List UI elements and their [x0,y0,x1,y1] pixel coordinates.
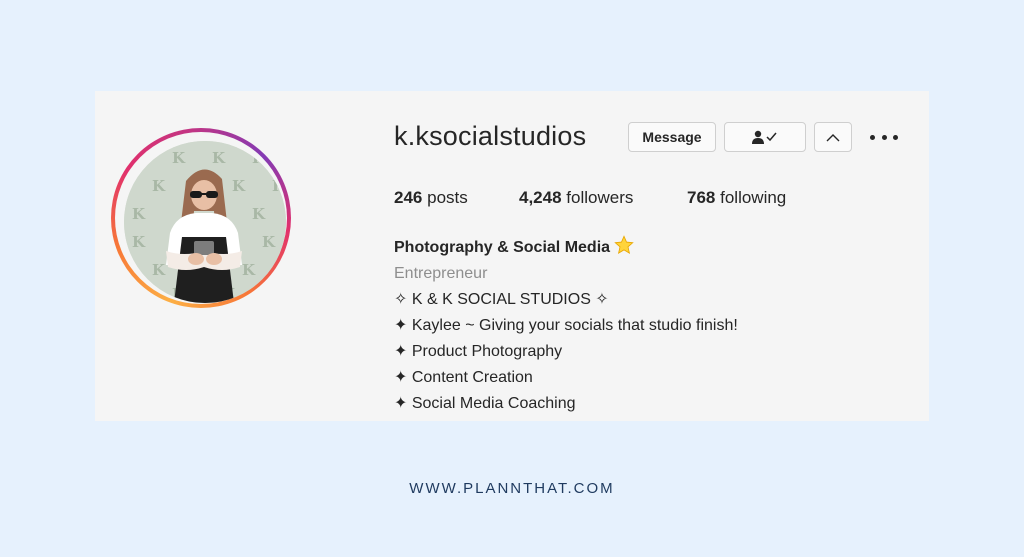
following-count: 768 [687,188,716,207]
chevron-up-icon [826,133,840,141]
svg-text:K: K [132,233,146,251]
svg-text:K: K [232,177,246,195]
posts-label: posts [427,188,468,207]
message-button[interactable]: Message [628,122,716,152]
svg-text:K: K [262,233,276,251]
bio-line: ✧ K & K SOCIAL STUDIOS ✧ [394,291,609,308]
svg-text:K: K [152,261,166,279]
svg-text:K: K [132,205,146,223]
svg-text:K: K [242,261,256,279]
svg-text:K: K [252,205,266,223]
followers-count: 4,248 [519,188,562,207]
bio-line: ✦ Kaylee ~ Giving your socials that stud… [394,317,738,334]
profile-header-card: KKKK KKK KK KK KK KK [95,91,929,421]
following-stat[interactable]: 768 following [687,188,786,208]
profile-bio: Photography & Social Media Entrepreneur … [394,235,738,417]
svg-text:K: K [272,177,286,195]
followers-label: followers [566,188,634,207]
suggested-accounts-button[interactable] [814,122,852,152]
bio-line: ✦ Content Creation [394,369,533,386]
bio-line: ✦ Product Photography [394,343,563,360]
posts-stat[interactable]: 246 posts [394,188,468,208]
person-check-icon [752,130,777,144]
footer-url: WWW.PLANNTHAT.COM [409,480,615,497]
svg-text:K: K [152,177,166,195]
avatar-illustration: KKKK KKK KK KK KK KK [124,141,286,303]
bio-category: Entrepreneur [394,265,488,282]
bio-display-name: Photography & Social Media [394,235,738,261]
svg-text:K: K [212,149,226,167]
following-button[interactable] [724,122,806,152]
more-options-icon[interactable] [870,125,898,149]
followers-stat[interactable]: 4,248 followers [519,188,633,208]
bio-line: ✦ Social Media Coaching [394,395,576,412]
svg-text:K: K [252,149,266,167]
story-ring[interactable]: KKKK KKK KK KK KK KK [111,128,291,308]
svg-text:K: K [172,149,186,167]
profile-username: k.ksocialstudios [394,121,587,151]
posts-count: 246 [394,188,423,207]
profile-avatar[interactable]: KKKK KKK KK KK KK KK [124,141,286,303]
star-emoji-icon [614,235,634,255]
svg-text:K: K [132,149,146,167]
following-label: following [720,188,787,207]
